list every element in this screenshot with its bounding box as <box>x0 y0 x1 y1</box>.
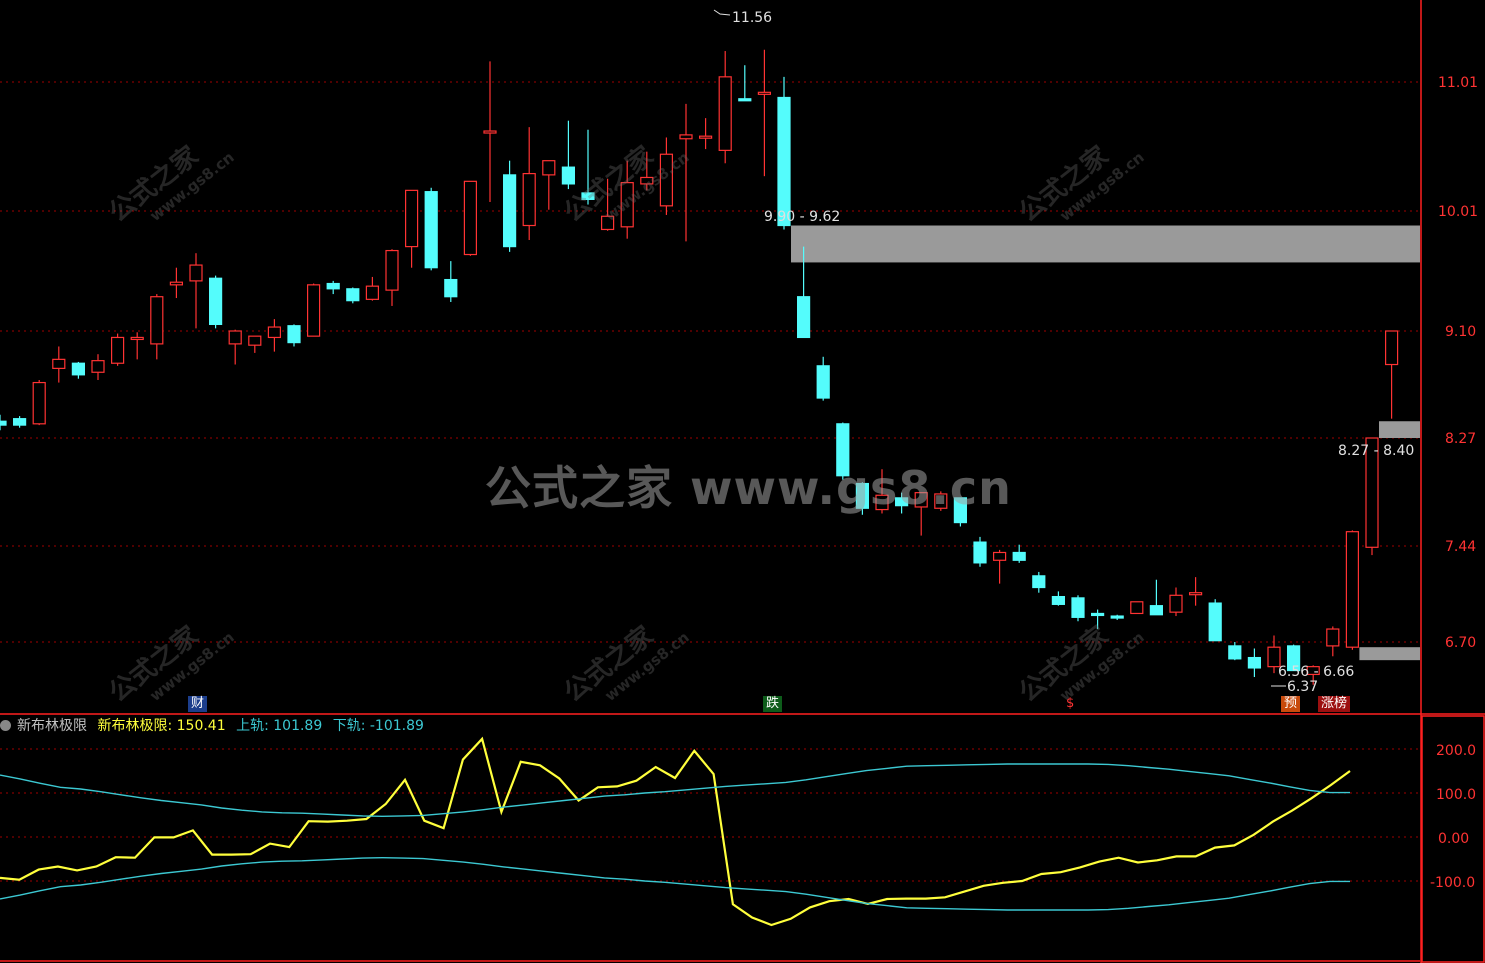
axis-label: 10.01 <box>1438 204 1478 220</box>
price-zone <box>1359 647 1420 661</box>
series-line <box>0 763 1350 818</box>
candle-body <box>1384 330 1399 366</box>
candle-body <box>287 325 301 344</box>
main-y-axis: 11.01 10.01 9.10 8.27 7.44 6.70 <box>1438 75 1478 651</box>
axis-label: 200.0 <box>1436 743 1476 759</box>
signal-yu: 预 <box>1281 696 1301 712</box>
candle-body <box>1051 595 1066 605</box>
candle-body <box>32 381 46 425</box>
high-pointer <box>713 9 731 16</box>
candle-body <box>1208 602 1222 642</box>
candle-body <box>189 264 203 282</box>
candle-body <box>816 365 830 399</box>
candle-body <box>424 191 438 269</box>
candle-body <box>0 420 7 426</box>
candle-body <box>444 278 458 298</box>
axis-label: 0.00 <box>1438 831 1469 847</box>
axis-label: 7.44 <box>1445 539 1476 555</box>
axis-label: 8.27 <box>1445 431 1476 447</box>
candle-body <box>463 180 477 256</box>
candle-body <box>718 76 732 151</box>
candle-body <box>91 360 105 373</box>
oscillator-series <box>0 736 1351 927</box>
signal-die: 跌 <box>763 696 783 712</box>
candle-body <box>542 160 556 176</box>
candle-body <box>1345 531 1360 648</box>
candle-body <box>307 284 321 337</box>
candle-body <box>777 96 791 227</box>
candle-body <box>110 336 125 364</box>
candle-body <box>561 166 576 185</box>
candle-body <box>346 288 360 302</box>
candle-body <box>1149 605 1164 616</box>
candle-body <box>522 172 536 227</box>
high-label: 11.56 <box>732 10 772 26</box>
upper-label: 上轨: <box>236 718 269 734</box>
candle-body <box>1012 551 1026 561</box>
candle-body <box>209 277 223 326</box>
price-zone <box>1379 421 1420 438</box>
candle-body <box>973 541 987 564</box>
candle-body <box>326 282 340 290</box>
candle-body <box>405 189 419 248</box>
main-value: 150.41 <box>176 718 226 734</box>
sub-y-axis: 200.0 100.0 0.00 -100.0 <box>1430 743 1476 891</box>
candle-body <box>1326 628 1340 647</box>
candle-body <box>757 91 772 95</box>
axis-label: 6.70 <box>1445 635 1476 651</box>
axis-label: 100.0 <box>1436 787 1476 803</box>
low-label: 6.37 <box>1287 679 1318 695</box>
price-zone <box>791 225 1420 263</box>
candle-body <box>1169 594 1183 613</box>
candle-body <box>52 358 66 369</box>
resistance-zones <box>791 225 1420 661</box>
zone-label: 9.90 - 9.62 <box>764 209 840 225</box>
candle-body <box>796 296 811 339</box>
indicator-name: 新布林极限 <box>17 718 87 734</box>
candle-body <box>1032 575 1046 589</box>
candle-body <box>679 134 693 140</box>
candle-body <box>385 249 399 291</box>
candle-body <box>13 418 27 426</box>
signal-dollar: $ <box>1066 696 1075 711</box>
series-line <box>0 856 1350 911</box>
candle-body <box>248 335 262 346</box>
collapse-icon[interactable] <box>0 720 11 731</box>
candle-body <box>1188 592 1203 596</box>
lower-label: 下轨: <box>332 718 366 734</box>
candle-body <box>738 98 752 102</box>
candle-body <box>150 296 164 345</box>
candle-body <box>698 135 713 139</box>
candle-body <box>1130 601 1144 615</box>
signal-cai: 财 <box>188 696 208 712</box>
candle-body <box>267 326 281 339</box>
candle-body <box>992 551 1007 561</box>
candle-body <box>483 130 497 134</box>
candle-body <box>71 362 86 376</box>
lower-value: -101.89 <box>369 718 424 734</box>
axis-label: -100.0 <box>1430 875 1475 891</box>
upper-value: 101.89 <box>273 718 323 734</box>
watermark: 公式之家 www.gs8.cn <box>485 461 1012 515</box>
candle-body <box>1071 597 1085 618</box>
candle-body <box>169 281 183 286</box>
axis-label: 9.10 <box>1445 324 1476 340</box>
candle-body <box>228 330 242 345</box>
zone-label: 6.56 - 6.66 <box>1278 664 1354 680</box>
candle-body <box>1247 656 1262 669</box>
candle-body <box>365 285 379 300</box>
candle-body <box>1228 645 1242 660</box>
candle-body <box>130 336 144 341</box>
axis-label: 11.01 <box>1438 75 1478 91</box>
candle-body <box>503 174 517 248</box>
main-label: 新布林极限: <box>97 718 173 734</box>
zone-label: 8.27 - 8.40 <box>1338 443 1414 459</box>
signal-zhangbang: 涨榜 <box>1318 696 1351 712</box>
indicator-legend: 新布林极限 新布林极限: 150.41 上轨: 101.89 下轨: -101.… <box>0 715 430 734</box>
